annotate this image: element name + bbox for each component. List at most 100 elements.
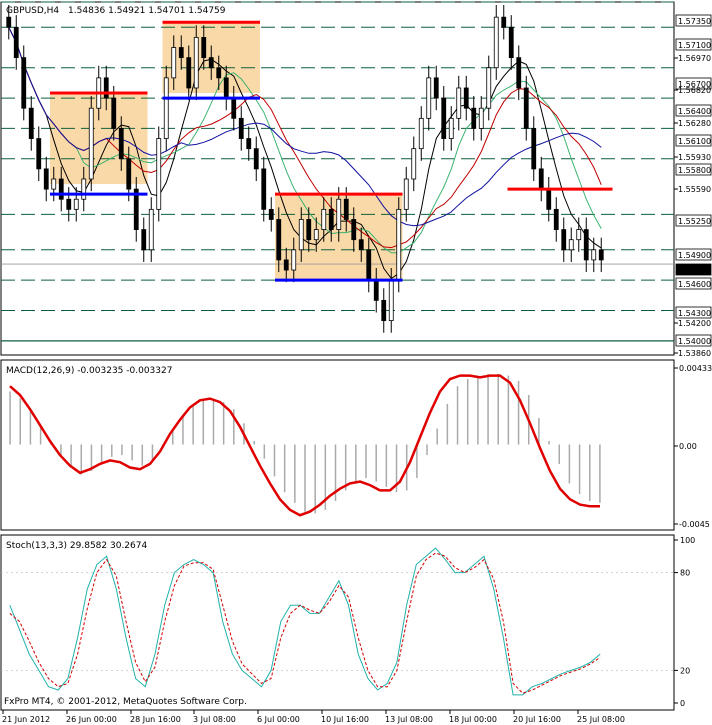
candle-body	[36, 138, 42, 170]
candle-body	[103, 77, 109, 99]
price-tick-label: 1.55250	[678, 217, 711, 226]
candle-body	[336, 198, 342, 230]
price-tick-label: 1.54000	[678, 337, 711, 346]
copyright-label: FxPro MT4, © 2001-2012, MetaQuotes Softw…	[4, 697, 247, 707]
candle-body	[358, 239, 364, 251]
candle-body	[478, 107, 484, 129]
candle-body	[148, 208, 154, 251]
price-tick-label: 1.55800	[678, 166, 711, 175]
candle-body	[516, 57, 522, 89]
candle-body	[126, 158, 132, 190]
candle-body	[381, 299, 387, 322]
candle-body	[456, 87, 462, 119]
candle-body	[553, 208, 559, 230]
candle-body	[576, 229, 582, 241]
candle-body	[156, 138, 162, 210]
price-tick-label: 1.54200	[678, 319, 711, 328]
symbol-label: GBPUSD,H4	[6, 6, 59, 16]
x-tick-label: 28 Jun 16:00	[130, 715, 181, 724]
candle-body	[591, 249, 597, 261]
candle-body	[201, 37, 207, 59]
stoch-tick-label: 0	[680, 699, 685, 708]
candle-body	[426, 77, 432, 119]
candle-body	[118, 128, 124, 160]
candle-body	[111, 97, 117, 129]
candle-body	[508, 26, 514, 59]
x-tick-label: 3 Jul 08:00	[193, 715, 236, 724]
candle-body	[366, 249, 372, 281]
candle-body	[471, 107, 477, 129]
x-tick-label: 6 Jul 00:00	[257, 715, 300, 724]
candle-body	[276, 219, 282, 261]
x-tick-label: 18 Jul 00:00	[449, 715, 497, 724]
candle-body	[178, 47, 184, 59]
candle-body	[328, 208, 334, 230]
candle-body	[351, 219, 357, 241]
macd-tick-label: 0.00433	[679, 364, 712, 373]
chart-canvas: 1.573501.571001.569701.567001.568201.564…	[0, 1, 712, 724]
candle-body	[561, 229, 567, 251]
price-tick-label: 1.56970	[678, 54, 711, 63]
candle-body	[193, 37, 199, 89]
price-tick-label: 1.53860	[678, 349, 711, 358]
price-tick-label: 1.56820	[678, 86, 711, 95]
candle-body	[313, 229, 319, 241]
candle-body	[171, 47, 177, 79]
price-tick-label: 1.54759	[678, 266, 711, 275]
candle-body	[253, 148, 259, 170]
candle-body	[486, 67, 492, 109]
candle-body	[388, 279, 394, 322]
stoch-tick-label: 20	[680, 666, 690, 675]
candle-body	[418, 117, 424, 150]
candle-body	[321, 208, 327, 230]
price-title: GBPUSD,H4 1.54836 1.54921 1.54701 1.5475…	[6, 6, 226, 16]
candle-body	[523, 87, 529, 129]
candle-body	[546, 188, 552, 210]
candle-body	[531, 128, 537, 170]
candle-body	[21, 57, 27, 109]
candle-body	[238, 117, 244, 139]
candle-body	[583, 229, 589, 261]
candle-body	[283, 259, 289, 271]
candle-body	[298, 219, 304, 251]
candle-body	[141, 229, 147, 251]
x-tick-label: 26 Jun 00:00	[66, 715, 117, 724]
price-tick-label: 1.57350	[678, 17, 711, 26]
candle-body	[598, 249, 604, 261]
candle-body	[43, 168, 49, 190]
candle-body	[73, 198, 79, 210]
candle-body	[163, 77, 169, 139]
candle-body	[493, 16, 499, 69]
candle-body	[66, 198, 72, 210]
candle-body	[433, 77, 439, 99]
price-tick-label: 1.57100	[678, 41, 711, 50]
candle-body	[268, 208, 274, 220]
candle-body	[186, 57, 192, 89]
candle-body	[396, 208, 402, 281]
price-tick-label: 1.55590	[678, 185, 711, 194]
candle-body	[216, 67, 222, 79]
candle-body	[306, 219, 312, 241]
candle-body	[231, 97, 237, 119]
candle-body	[448, 117, 454, 139]
candle-body	[373, 279, 379, 301]
stoch-title: Stoch(13,3,3) 29.8582 30.2674	[6, 541, 147, 551]
x-tick-label: 13 Jul 08:00	[385, 715, 433, 724]
price-tick-label: 1.56100	[678, 137, 711, 146]
candle-body	[81, 178, 87, 200]
stoch-tick-label: 100	[680, 536, 695, 545]
price-tick-label: 1.54600	[678, 280, 711, 289]
macd-tick-label: 0.00	[679, 442, 697, 451]
ohlc-label: 1.54836 1.54921 1.54701 1.54759	[68, 6, 226, 16]
macd-title: MACD(12,26,9) -0.003235 -0.003327	[6, 366, 172, 376]
candle-body	[208, 57, 214, 69]
price-tick-label: 1.55930	[678, 153, 711, 162]
candle-body	[6, 16, 12, 28]
price-tick-label: 1.54900	[678, 251, 711, 260]
x-tick-label: 21 Jun 2012	[2, 715, 50, 724]
price-tick-label: 1.56280	[678, 119, 711, 128]
price-tick-label: 1.56400	[678, 107, 711, 116]
stoch-panel	[0, 534, 675, 711]
candle-body	[88, 107, 94, 180]
x-tick-label: 10 Jul 16:00	[321, 715, 369, 724]
